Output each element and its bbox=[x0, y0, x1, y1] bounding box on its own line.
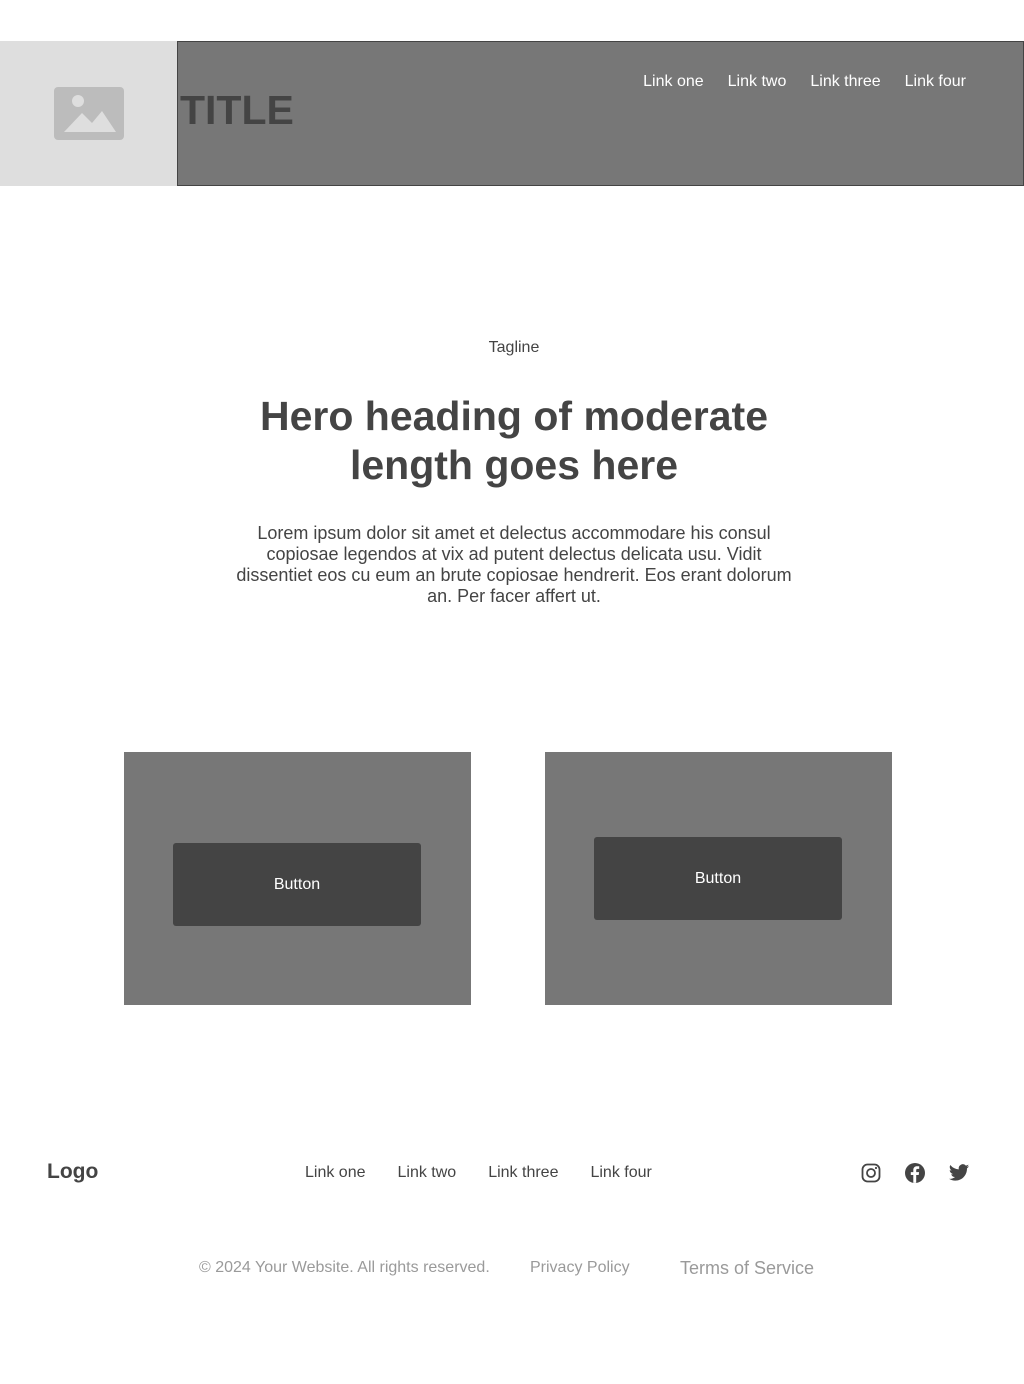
header-nav: Link one Link two Link three Link four bbox=[643, 73, 966, 91]
instagram-icon[interactable] bbox=[860, 1162, 882, 1184]
twitter-icon[interactable] bbox=[948, 1162, 970, 1184]
footer-link-four[interactable]: Link four bbox=[590, 1164, 651, 1182]
card-left: Button bbox=[124, 752, 471, 1005]
footer-link-three[interactable]: Link three bbox=[488, 1164, 558, 1182]
footer-logo[interactable]: Logo bbox=[47, 1160, 98, 1184]
facebook-icon[interactable] bbox=[904, 1162, 926, 1184]
nav-link-one[interactable]: Link one bbox=[643, 73, 704, 91]
site-header: TITLE Link one Link two Link three Link … bbox=[0, 41, 1024, 186]
header-bar: TITLE Link one Link two Link three Link … bbox=[177, 41, 1024, 186]
nav-link-two[interactable]: Link two bbox=[728, 73, 787, 91]
card-left-button[interactable]: Button bbox=[173, 843, 421, 926]
site-title: TITLE bbox=[180, 87, 294, 133]
hero-heading: Hero heading of moderate length goes her… bbox=[259, 393, 768, 488]
social-links bbox=[860, 1162, 970, 1184]
terms-of-service-link[interactable]: Terms of Service bbox=[680, 1259, 814, 1277]
footer-link-one[interactable]: Link one bbox=[305, 1164, 366, 1182]
footer-nav: Link one Link two Link three Link four bbox=[305, 1164, 652, 1182]
footer-link-two[interactable]: Link two bbox=[398, 1164, 457, 1182]
card-right-button[interactable]: Button bbox=[594, 837, 842, 920]
image-placeholder-icon bbox=[53, 87, 124, 140]
header-image-placeholder bbox=[0, 41, 177, 186]
nav-link-three[interactable]: Link three bbox=[810, 73, 880, 91]
copyright-text: © 2024 Your Website. All rights reserved… bbox=[199, 1259, 490, 1276]
hero-body-text: Lorem ipsum dolor sit amet et delectus a… bbox=[236, 523, 792, 606]
hero-section: Tagline Hero heading of moderate length … bbox=[0, 339, 1024, 607]
card-right: Button bbox=[545, 752, 892, 1005]
nav-link-four[interactable]: Link four bbox=[905, 73, 966, 91]
privacy-policy-link[interactable]: Privacy Policy bbox=[530, 1259, 630, 1277]
hero-tagline: Tagline bbox=[488, 339, 540, 356]
